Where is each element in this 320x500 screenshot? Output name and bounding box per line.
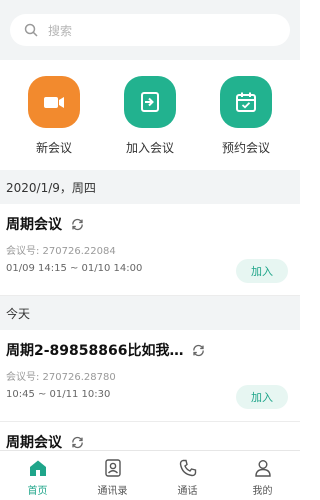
today-header: 今天 <box>0 296 300 330</box>
schedule-meeting-icon-tile <box>220 76 272 128</box>
search-icon <box>24 23 38 37</box>
tab-contacts[interactable]: 通讯录 <box>75 451 150 500</box>
meeting-title-row: 周期会议 <box>6 432 294 452</box>
meeting-id: 会议号: 270726.22084 <box>6 246 116 257</box>
tab-contacts-label: 通讯录 <box>97 486 128 497</box>
join-meeting-icon-tile <box>124 76 176 128</box>
tab-calls-label: 通话 <box>177 486 198 497</box>
join-button[interactable]: 加入 <box>236 385 288 409</box>
meeting-title-row: 周期会议 <box>6 214 294 234</box>
quick-actions: 新会议 加入会议 预约会议 <box>0 60 300 170</box>
tab-profile-label: 我的 <box>252 486 273 497</box>
profile-icon <box>254 460 271 477</box>
tab-calls[interactable]: 通话 <box>150 451 225 500</box>
recurring-icon <box>72 218 83 230</box>
home-icon <box>29 460 46 476</box>
meeting-title: 周期会议 <box>6 217 62 233</box>
join-button[interactable]: 加入 <box>236 259 288 283</box>
new-meeting-icon-tile <box>28 76 80 128</box>
calendar-icon <box>236 92 256 112</box>
meeting-card[interactable]: 周期2-89858866比如我… 会议号: 270726.28780 10:45… <box>0 330 300 422</box>
schedule-meeting-button[interactable]: 预约会议 <box>202 76 290 170</box>
contacts-icon <box>104 459 121 477</box>
schedule-meeting-label: 预约会议 <box>221 141 270 155</box>
recurring-icon <box>72 436 83 448</box>
new-meeting-label: 新会议 <box>35 141 72 155</box>
meeting-title: 周期2-89858866比如我… <box>6 343 184 359</box>
meeting-card[interactable]: 周期会议 会议号: 270726.22084 01/09 14:15 ~ 01/… <box>0 204 300 296</box>
meeting-title-row: 周期2-89858866比如我… <box>6 340 294 360</box>
phone-icon <box>179 459 196 477</box>
bottom-tab-bar: 首页 通讯录 通话 我的 <box>0 450 300 500</box>
recurring-icon <box>193 344 205 356</box>
join-meeting-label: 加入会议 <box>125 141 174 155</box>
search-bar[interactable]: 搜索 <box>10 14 290 46</box>
search-area: 搜索 <box>0 0 300 60</box>
meeting-id: 会议号: 270726.28780 <box>6 372 116 383</box>
tab-home[interactable]: 首页 <box>0 451 75 500</box>
meeting-title: 周期会议 <box>6 435 62 451</box>
new-meeting-button[interactable]: 新会议 <box>10 76 98 170</box>
enter-icon <box>141 92 159 112</box>
search-placeholder: 搜索 <box>48 23 73 38</box>
join-meeting-button[interactable]: 加入会议 <box>106 76 194 170</box>
tab-profile[interactable]: 我的 <box>225 451 300 500</box>
date-header: 2020/1/9，周四 <box>0 170 300 204</box>
tab-home-label: 首页 <box>27 486 48 497</box>
video-camera-icon <box>44 97 64 108</box>
